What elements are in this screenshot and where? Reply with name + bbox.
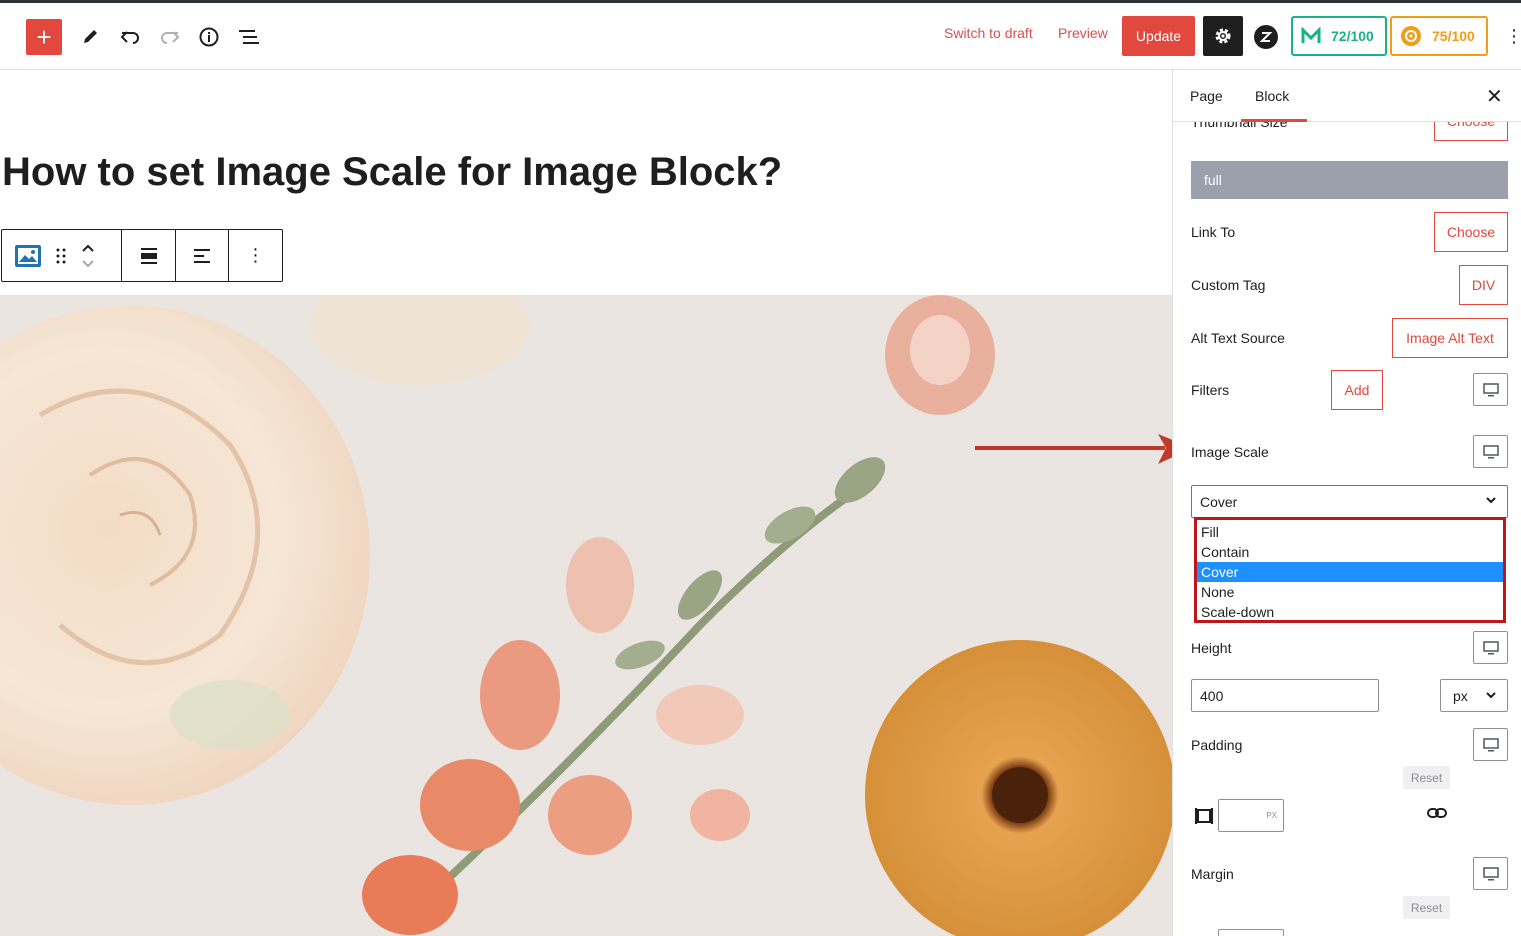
seo-score-value: 72/100 bbox=[1331, 28, 1374, 44]
image-block-photo[interactable] bbox=[0, 295, 1172, 936]
info-icon[interactable] bbox=[195, 23, 223, 51]
readability-score-value: 75/100 bbox=[1432, 28, 1475, 44]
block-type-group bbox=[2, 230, 122, 281]
readability-logo-icon bbox=[1401, 26, 1421, 46]
redo-icon[interactable] bbox=[156, 23, 184, 51]
kebab-icon: ⋮ bbox=[246, 245, 265, 265]
filters-label: Filters bbox=[1191, 382, 1230, 398]
image-scale-select[interactable]: Cover bbox=[1191, 485, 1508, 518]
settings-sidebar: Page Block ✕ Thumbnail Size Choose full … bbox=[1172, 70, 1521, 936]
active-tab-indicator bbox=[1241, 119, 1307, 122]
align-block-button[interactable] bbox=[122, 230, 176, 281]
filters-add-button[interactable]: Add bbox=[1331, 370, 1383, 410]
chevron-down-icon bbox=[1486, 497, 1496, 504]
pencil-icon[interactable] bbox=[76, 23, 104, 51]
chevron-down-icon bbox=[1486, 692, 1496, 699]
readability-score-badge[interactable]: 75/100 bbox=[1390, 16, 1488, 56]
post-title[interactable]: How to set Image Scale for Image Block? bbox=[2, 150, 782, 195]
desktop-icon bbox=[1482, 866, 1499, 880]
align-center-icon bbox=[140, 247, 157, 264]
height-input[interactable]: 400 bbox=[1191, 679, 1379, 712]
margin-reset-button[interactable]: Reset bbox=[1403, 896, 1450, 919]
desktop-icon bbox=[1482, 737, 1499, 751]
custom-tag-button[interactable]: DIV bbox=[1459, 265, 1508, 305]
text-align-button[interactable] bbox=[176, 230, 229, 281]
dropdown-option-scale-down[interactable]: Scale-down bbox=[1197, 602, 1503, 622]
list-view-icon[interactable] bbox=[235, 23, 263, 51]
height-unit-value: px bbox=[1453, 687, 1468, 704]
image-scale-responsive-button[interactable] bbox=[1473, 435, 1508, 468]
image-scale-selected-value: Cover bbox=[1200, 493, 1238, 510]
preview-button[interactable]: Preview bbox=[1058, 25, 1108, 41]
padding-responsive-button[interactable] bbox=[1473, 728, 1508, 761]
dropdown-option-cover[interactable]: Cover bbox=[1197, 562, 1503, 582]
kebab-icon[interactable]: ⋮ bbox=[1505, 27, 1521, 45]
add-block-button[interactable]: + bbox=[26, 19, 62, 55]
plugin-logo-icon[interactable] bbox=[1254, 25, 1278, 49]
tab-block[interactable]: Block bbox=[1255, 88, 1289, 104]
seo-score-badge[interactable]: 72/100 bbox=[1291, 16, 1387, 56]
dropdown-option-none[interactable]: None bbox=[1197, 582, 1503, 602]
height-label: Height bbox=[1191, 640, 1232, 656]
switch-to-draft-button[interactable]: Switch to draft bbox=[944, 25, 1033, 41]
margin-input[interactable] bbox=[1218, 929, 1284, 936]
annotation-arrow bbox=[975, 434, 1192, 464]
padding-label: Padding bbox=[1191, 737, 1243, 753]
height-responsive-button[interactable] bbox=[1473, 631, 1508, 664]
dropdown-option-fill[interactable]: Fill bbox=[1197, 522, 1503, 542]
flowers-image bbox=[0, 295, 1172, 936]
dropdown-option-contain[interactable]: Contain bbox=[1197, 542, 1503, 562]
block-options-button[interactable]: ⋮ bbox=[229, 230, 282, 281]
editor-canvas: How to set Image Scale for Image Block? … bbox=[0, 70, 1172, 936]
margin-responsive-button[interactable] bbox=[1473, 857, 1508, 890]
settings-button[interactable] bbox=[1203, 16, 1243, 56]
desktop-icon bbox=[1482, 640, 1499, 654]
padding-unit: PX bbox=[1266, 811, 1277, 820]
link-to-choose-button[interactable]: Choose bbox=[1434, 212, 1508, 252]
update-button[interactable]: Update bbox=[1122, 16, 1195, 56]
link-to-label: Link To bbox=[1191, 224, 1236, 240]
box-sides-icon[interactable] bbox=[1194, 806, 1214, 826]
image-scale-dropdown: Fill Contain Cover None Scale-down bbox=[1194, 517, 1506, 623]
undo-icon[interactable] bbox=[116, 23, 144, 51]
custom-tag-label: Custom Tag bbox=[1191, 277, 1266, 293]
seo-logo-icon bbox=[1301, 27, 1321, 43]
align-left-icon bbox=[194, 248, 210, 263]
gear-icon bbox=[1215, 28, 1231, 44]
editor-toolbar: + Switch to draft Preview Update 72/100 … bbox=[0, 3, 1521, 70]
filters-responsive-button[interactable] bbox=[1473, 373, 1508, 406]
desktop-icon bbox=[1482, 382, 1499, 396]
block-toolbar: ⋮ bbox=[1, 229, 283, 282]
move-up-down-icon[interactable] bbox=[80, 241, 96, 271]
drag-handle-icon[interactable] bbox=[56, 248, 66, 264]
tab-page[interactable]: Page bbox=[1190, 88, 1223, 104]
plus-icon: + bbox=[36, 22, 52, 52]
thumbnail-size-value[interactable]: full bbox=[1191, 161, 1508, 199]
padding-reset-button[interactable]: Reset bbox=[1403, 766, 1450, 789]
alt-text-source-label: Alt Text Source bbox=[1191, 330, 1285, 346]
height-unit-select[interactable]: px bbox=[1440, 679, 1508, 712]
padding-input[interactable]: PX bbox=[1218, 799, 1284, 832]
link-icon[interactable] bbox=[1426, 804, 1448, 822]
close-icon[interactable]: ✕ bbox=[1486, 84, 1503, 109]
margin-label: Margin bbox=[1191, 866, 1234, 882]
image-scale-label: Image Scale bbox=[1191, 444, 1269, 460]
sidebar-tabs: Page Block ✕ bbox=[1173, 70, 1521, 122]
desktop-icon bbox=[1482, 444, 1499, 458]
alt-text-source-button[interactable]: Image Alt Text bbox=[1392, 318, 1508, 358]
image-block-icon[interactable] bbox=[14, 244, 42, 268]
